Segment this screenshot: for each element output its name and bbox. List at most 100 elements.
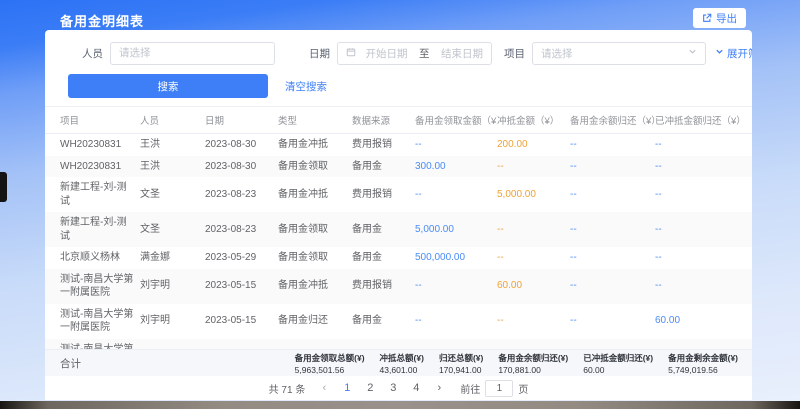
column-header: 项目 xyxy=(45,107,140,134)
column-header: 日期 xyxy=(205,107,278,134)
summary-stat-value: 43,601.00 xyxy=(380,365,424,375)
summary-stat: 归还总额(¥)170,941.00 xyxy=(439,352,483,375)
table-row[interactable]: 测试-南昌大学第一附属医院刘宇明2023-05-15备用金冲抵费用报销--60.… xyxy=(45,269,752,304)
column-header: 备用金领取金额（¥） xyxy=(415,107,497,134)
summary-stat-value: 5,749,019.56 xyxy=(668,365,738,375)
date-filter-label: 日期 xyxy=(309,46,330,61)
table-cell: 备用金 xyxy=(352,339,415,350)
table-cell: -- xyxy=(497,212,570,247)
expand-filters-link[interactable]: 展开筛选 xyxy=(715,46,752,61)
column-header: 类型 xyxy=(278,107,352,134)
person-select-input[interactable] xyxy=(110,42,275,65)
date-end-placeholder: 结束日期 xyxy=(441,46,483,61)
table-cell: 费用报销 xyxy=(352,134,415,156)
table-cell: 新建工程-刘-测试 xyxy=(45,212,140,247)
column-header: 数据来源 xyxy=(352,107,415,134)
table-cell: 2023-08-30 xyxy=(205,156,278,178)
table-cell: -- xyxy=(570,304,655,339)
table-cell: -- xyxy=(655,177,752,212)
chevron-down-icon xyxy=(688,47,697,59)
page-number-button[interactable]: 3 xyxy=(385,380,401,396)
table-cell: 2023-05-15 xyxy=(205,269,278,304)
table-cell: 邵梦泽 xyxy=(140,339,205,350)
table-cell: 60.00 xyxy=(655,304,752,339)
column-header: 冲抵金额（¥） xyxy=(497,107,570,134)
table-header-row: 项目人员日期类型数据来源备用金领取金额（¥）冲抵金额（¥）备用金余额归还（¥）已… xyxy=(45,107,752,134)
export-button[interactable]: 导出 xyxy=(693,8,746,28)
table-cell: 测试-南昌大学第一附属医院 xyxy=(45,339,140,350)
table-cell: 5,000.00 xyxy=(415,212,497,247)
project-select-placeholder: 请选择 xyxy=(541,46,573,61)
summary-stat-label: 备用金剩余金额(¥) xyxy=(668,352,738,364)
person-filter-label: 人员 xyxy=(82,46,103,61)
table-body: WH20230831王洪2023-08-30备用金冲抵费用报销--200.00-… xyxy=(45,134,752,350)
search-button[interactable]: 搜索 xyxy=(68,74,268,98)
table-row[interactable]: 北京顺义杨林满金娜2023-05-29备用金领取备用金500,000.00---… xyxy=(45,247,752,269)
table-row[interactable]: 测试-南昌大学第一附属医院刘宇明2023-05-15备用金归还备用金------… xyxy=(45,304,752,339)
table-row[interactable]: WH20230831王洪2023-08-30备用金冲抵费用报销--200.00-… xyxy=(45,134,752,156)
data-table-container[interactable]: 项目人员日期类型数据来源备用金领取金额（¥）冲抵金额（¥）备用金余额归还（¥）已… xyxy=(45,106,752,349)
table-cell: 测试-南昌大学第一附属医院 xyxy=(45,304,140,339)
desktop-taskbar-edge xyxy=(0,401,800,409)
table-cell: -- xyxy=(497,247,570,269)
table-cell: 300.00 xyxy=(415,156,497,178)
table-cell: 备用金 xyxy=(352,304,415,339)
next-page-button[interactable]: › xyxy=(431,380,447,396)
table-row[interactable]: 测试-南昌大学第一附属医院邵梦泽2023-04-20备用金领取备用金500.00… xyxy=(45,339,752,350)
table-cell: 备用金 xyxy=(352,247,415,269)
table-cell: -- xyxy=(655,156,752,178)
table-cell: -- xyxy=(570,269,655,304)
table-cell: 备用金领取 xyxy=(278,339,352,350)
column-header: 备用金余额归还（¥） xyxy=(570,107,655,134)
prev-page-button[interactable]: ‹ xyxy=(316,380,332,396)
goto-page-input[interactable] xyxy=(485,380,513,397)
table-cell: 北京顺义杨林 xyxy=(45,247,140,269)
table-cell: 备用金领取 xyxy=(278,156,352,178)
table-cell: 5,000.00 xyxy=(497,177,570,212)
table-cell: 王洪 xyxy=(140,134,205,156)
table-row[interactable]: 新建工程-刘-测试文圣2023-08-23备用金冲抵费用报销--5,000.00… xyxy=(45,177,752,212)
summary-total-label: 合计 xyxy=(60,356,81,371)
table-cell: -- xyxy=(415,304,497,339)
table-cell: WH20230831 xyxy=(45,156,140,178)
pagination-total: 共 71 条 xyxy=(269,381,306,396)
table-cell: 备用金领取 xyxy=(278,247,352,269)
table-cell: -- xyxy=(497,156,570,178)
clear-search-link[interactable]: 清空搜索 xyxy=(285,79,327,94)
table-cell: 费用报销 xyxy=(352,269,415,304)
table-cell: -- xyxy=(415,134,497,156)
table-cell: -- xyxy=(570,156,655,178)
table-cell: 文圣 xyxy=(140,212,205,247)
table-cell: -- xyxy=(570,247,655,269)
table-cell: -- xyxy=(415,269,497,304)
page-number-button[interactable]: 1 xyxy=(339,380,355,396)
summary-bar: 合计 备用金领取总额(¥)5,963,501.56冲抵总额(¥)43,601.0… xyxy=(45,349,752,376)
date-range-input[interactable]: 开始日期 至 结束日期 xyxy=(337,42,492,65)
table-cell: 2023-05-29 xyxy=(205,247,278,269)
page-number-button[interactable]: 2 xyxy=(362,380,378,396)
table-cell: 费用报销 xyxy=(352,177,415,212)
table-cell: 备用金冲抵 xyxy=(278,177,352,212)
filter-bar: 人员 日期 开始日期 至 结束日期 项目 请选择 xyxy=(45,38,752,68)
date-separator: 至 xyxy=(419,46,430,61)
table-row[interactable]: WH20230831王洪2023-08-30备用金领取备用金300.00----… xyxy=(45,156,752,178)
action-bar: 搜索 清空搜索 xyxy=(68,74,752,98)
table-cell: 备用金冲抵 xyxy=(278,134,352,156)
table-cell: 备用金 xyxy=(352,156,415,178)
table-cell: -- xyxy=(570,134,655,156)
table-cell: 2023-08-30 xyxy=(205,134,278,156)
side-drawer-handle[interactable] xyxy=(0,172,7,202)
table-cell: 刘宇明 xyxy=(140,269,205,304)
content-card: 人员 日期 开始日期 至 结束日期 项目 请选择 xyxy=(45,30,752,400)
date-start-placeholder: 开始日期 xyxy=(366,46,408,61)
summary-stat: 已冲抵金额归还(¥)60.00 xyxy=(583,352,653,375)
summary-stat-label: 归还总额(¥) xyxy=(439,352,483,364)
project-select[interactable]: 请选择 xyxy=(532,42,706,65)
page-number-button[interactable]: 4 xyxy=(408,380,424,396)
table-cell: 2023-08-23 xyxy=(205,177,278,212)
column-header: 人员 xyxy=(140,107,205,134)
summary-stat: 备用金余额归还(¥)170,881.00 xyxy=(498,352,568,375)
data-table: 项目人员日期类型数据来源备用金领取金额（¥）冲抵金额（¥）备用金余额归还（¥）已… xyxy=(45,107,752,349)
table-row[interactable]: 新建工程-刘-测试文圣2023-08-23备用金领取备用金5,000.00---… xyxy=(45,212,752,247)
table-cell: -- xyxy=(655,134,752,156)
